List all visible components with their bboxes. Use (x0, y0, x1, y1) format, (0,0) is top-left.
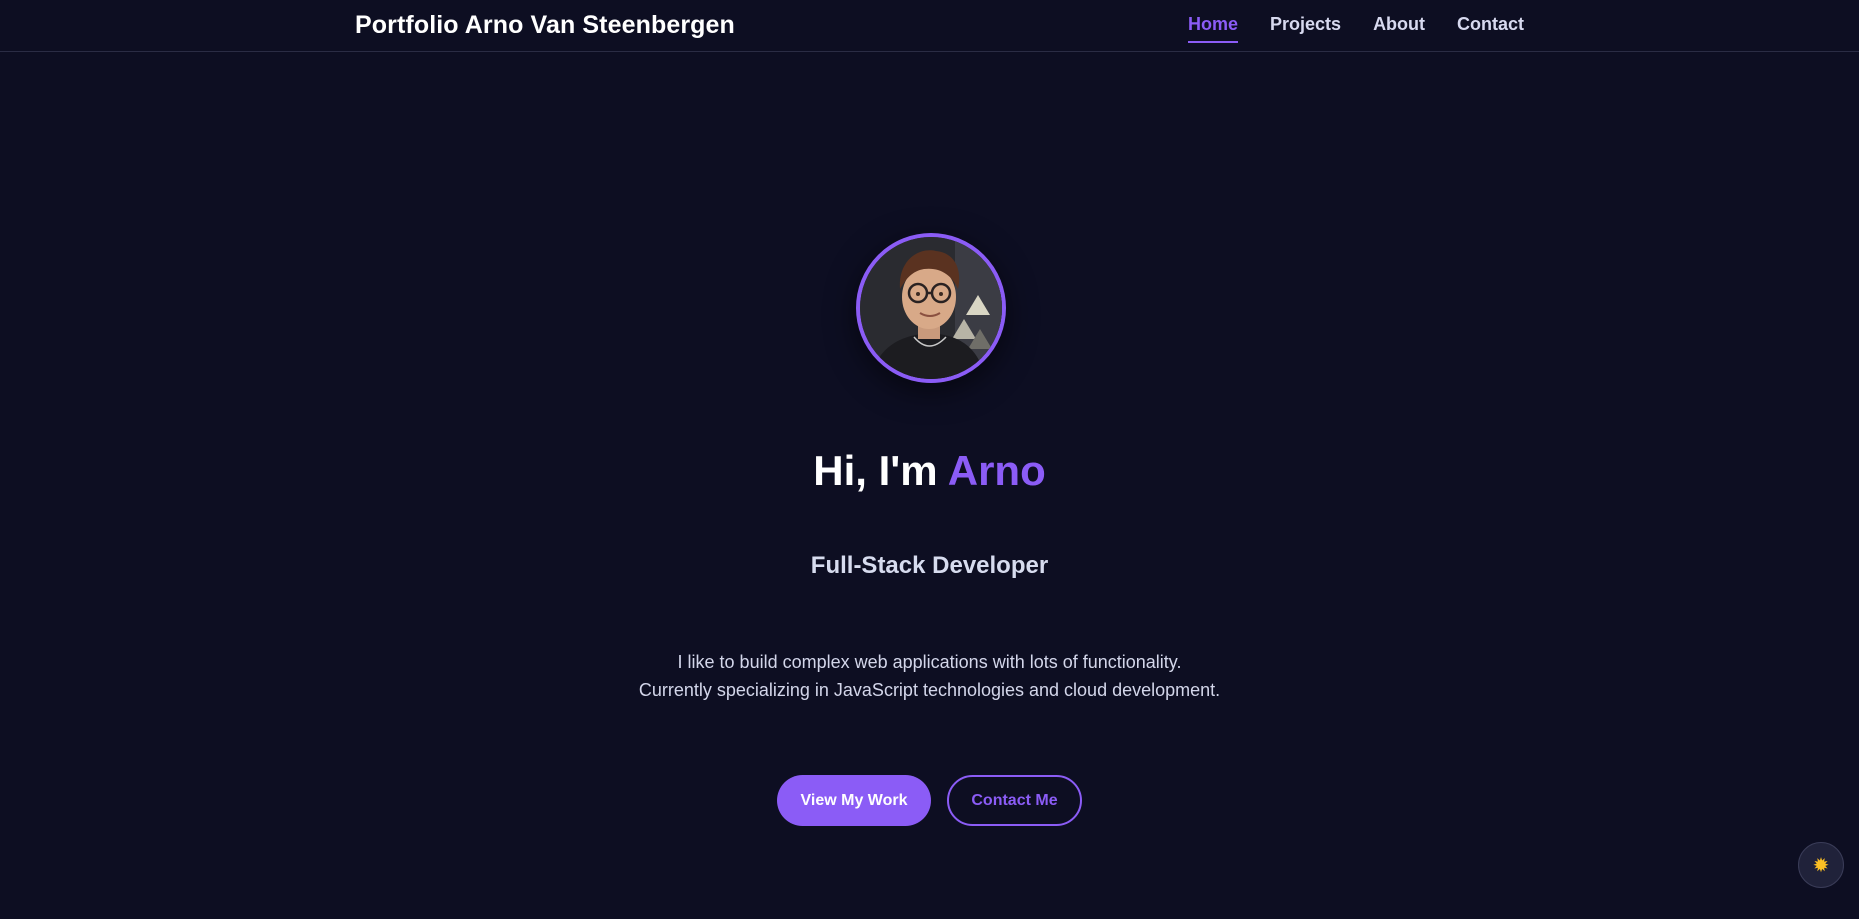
nav-link-projects[interactable]: Projects (1270, 14, 1341, 43)
bio-line: Currently specializing in JavaScript tec… (638, 680, 1221, 700)
hero-headline: Hi, I'm Arno (0, 447, 1859, 495)
view-my-work-button[interactable]: View My Work (777, 775, 931, 826)
profile-avatar (856, 233, 1006, 383)
bio-text: I like to build complex web applications… (0, 648, 1859, 704)
role-subtitle: Full-Stack Developer (810, 552, 1049, 579)
sun-icon: ✹ (1812, 854, 1830, 877)
nav-link-about[interactable]: About (1373, 14, 1425, 43)
theme-toggle-button[interactable]: ✹ (1798, 842, 1844, 888)
hero-section: Hi, I'm Arno Full-Stack Developer I like… (0, 52, 1859, 919)
site-brand[interactable]: Portfolio Arno Van Steenbergen (355, 11, 735, 40)
top-navbar: Portfolio Arno Van Steenbergen Home Proj… (0, 0, 1859, 52)
nav-links: Home Projects About Contact (1188, 14, 1524, 43)
bio-line: I like to build complex web applications… (677, 652, 1182, 672)
cta-buttons: View My Work Contact Me (777, 775, 1082, 826)
nav-link-contact[interactable]: Contact (1457, 14, 1524, 43)
name-highlight: Arno (947, 447, 1046, 494)
nav-link-home[interactable]: Home (1188, 14, 1239, 43)
profile-photo (860, 237, 1002, 379)
greeting-text: Hi, I'm (813, 447, 938, 494)
contact-me-button[interactable]: Contact Me (947, 775, 1082, 826)
